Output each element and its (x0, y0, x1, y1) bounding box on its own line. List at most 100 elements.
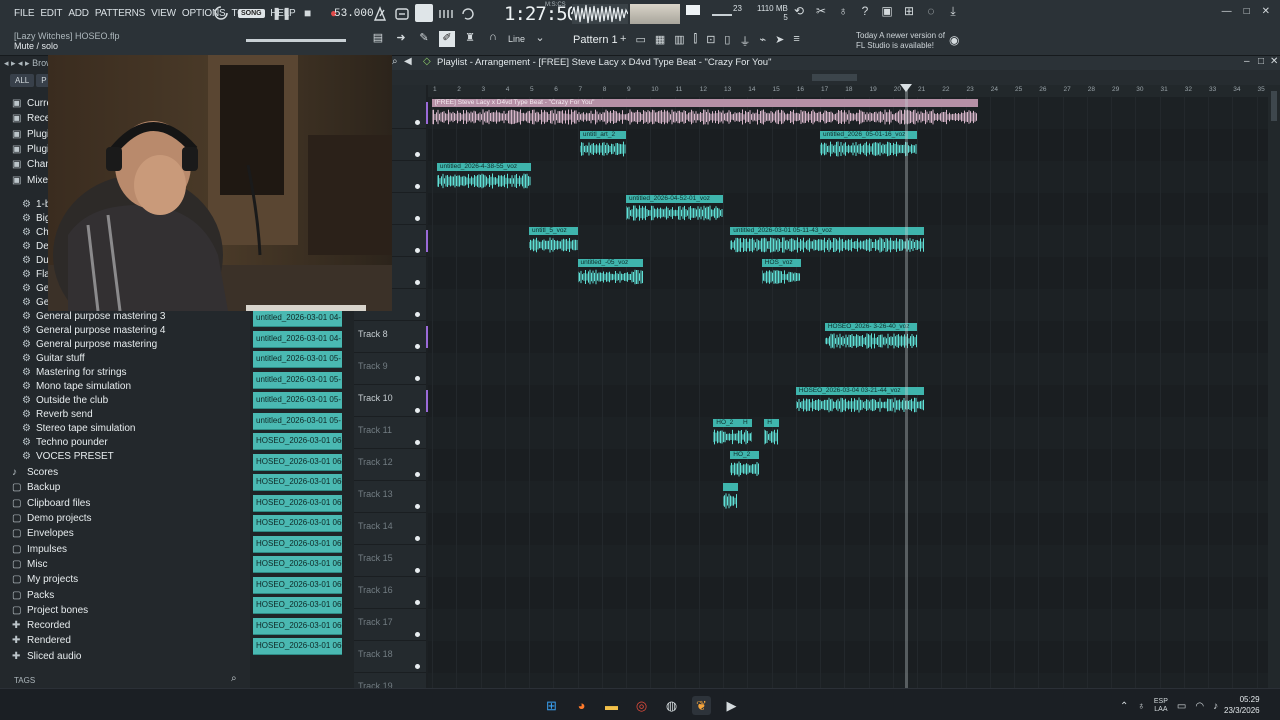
track-mute-dot[interactable] (415, 408, 420, 413)
menu-patterns[interactable]: PATTERNS (95, 8, 145, 19)
clip-list-item[interactable]: HOSEO_2026-03-01 06-4 (253, 535, 342, 553)
track-header[interactable]: Track 15 (354, 545, 426, 577)
news-panel[interactable]: Today A newer version of FL Studio is av… (856, 31, 945, 51)
project-info-icon[interactable]: ≡ (793, 33, 799, 49)
browser-folder[interactable]: ✚ Sliced audio (12, 649, 91, 664)
preset-item[interactable]: ⚙ Guitar stuff (12, 351, 166, 365)
playlist-vertical-scrollbar[interactable] (1268, 85, 1280, 688)
track-header[interactable]: Track 17 (354, 609, 426, 641)
tempo-display[interactable]: 53.000 (334, 8, 374, 20)
audio-clip[interactable]: untitl_5_voz (529, 227, 578, 253)
browser-folder[interactable]: ✚ Rendered (12, 633, 91, 648)
preset-item[interactable]: ⚙ General purpose mastering (12, 337, 166, 351)
audio-clip[interactable]: untitled_-05_voz (577, 259, 643, 285)
track-mute-dot[interactable] (415, 152, 420, 157)
menu-edit[interactable]: EDIT (40, 8, 62, 19)
track-mute-dot[interactable] (415, 312, 420, 317)
channel-rack-icon[interactable]: ▥ (674, 33, 684, 49)
undo-icon[interactable]: ⟲ (792, 4, 806, 20)
track-mute-dot[interactable] (415, 568, 420, 573)
browser-folder[interactable]: ▢ Project bones (12, 603, 91, 618)
download-icon[interactable]: ⤓ (946, 4, 960, 20)
language-indicator[interactable]: ESP LAA (1154, 698, 1168, 714)
browser-folder[interactable]: ✚ Recorded (12, 618, 91, 633)
metronome-icon[interactable] (372, 6, 388, 22)
plugin-database-icon[interactable]: ▯ (724, 33, 730, 49)
clip-list-item[interactable]: HOSEO_2026-03-01 06-4 (253, 474, 342, 491)
firefox-icon[interactable]: ◕ (572, 696, 591, 715)
paint-tool-icon[interactable]: ✐ (439, 31, 455, 47)
audio-clip[interactable]: untitled_2026-04-52-01_voz (626, 195, 723, 221)
preset-item[interactable]: ⚙ Stereo tape simulation (12, 421, 166, 435)
track-mute-dot[interactable] (415, 120, 420, 125)
save-icon[interactable]: ▣ (880, 4, 894, 20)
wait-for-input-icon[interactable] (394, 6, 410, 22)
browser-folder[interactable]: ♪ Scores (12, 465, 91, 480)
chevron-down-icon[interactable]: ⌄ (532, 31, 548, 47)
playlist-menu-icon[interactable]: ◇ (423, 56, 431, 67)
image-line-logo-icon[interactable]: ◉ (949, 33, 959, 47)
track-mute-dot[interactable] (415, 280, 420, 285)
chat-icon[interactable]: ◌ (924, 4, 938, 20)
countdown-icon[interactable] (415, 4, 433, 22)
browser-folder[interactable]: ▢ Packs (12, 587, 91, 602)
clip-list-item[interactable]: untitled_2026-03-01 05- (253, 412, 342, 430)
playlist-icon[interactable]: ▭ (635, 33, 645, 49)
track-mute-dot[interactable] (415, 440, 420, 445)
clip-list-item[interactable]: HOSEO_2026-03-01 06-5 (253, 638, 342, 655)
stop-icon[interactable]: ■ (299, 4, 317, 22)
track-mute-dot[interactable] (415, 376, 420, 381)
send-icon[interactable]: ➤ (775, 33, 784, 49)
loop-record-icon[interactable] (460, 6, 476, 22)
taskbar-clock[interactable]: 05:29 23/3/2026 (1224, 694, 1260, 716)
track-mute-dot[interactable] (415, 344, 420, 349)
track-header[interactable]: Track 13 (354, 481, 426, 513)
preset-item[interactable]: ⚙ Outside the club (12, 393, 166, 407)
track-mute-dot[interactable] (415, 184, 420, 189)
audio-clip[interactable]: untitled_2026-03-01 05-11-43_voz (730, 227, 925, 253)
browser-folder[interactable]: ▢ Clipboard files (12, 496, 91, 511)
menu-file[interactable]: FILE (14, 8, 35, 19)
track-mute-dot[interactable] (415, 504, 420, 509)
stamp-icon[interactable]: ♜ (462, 31, 478, 47)
clip-list-item[interactable]: untitled_2026-03-01 05- (253, 371, 342, 389)
clip-list-item[interactable]: untitled_2026-03-01 05- (253, 351, 342, 368)
menu-add[interactable]: ADD (68, 8, 89, 19)
add-pattern-icon[interactable]: + (620, 33, 626, 49)
play-pause-icon[interactable]: ❚❚ (272, 4, 292, 22)
mixer-icon[interactable]: ⫿ (694, 33, 698, 49)
track-mute-dot[interactable] (415, 216, 420, 221)
magnifier-icon[interactable]: ⌕ (392, 56, 398, 67)
pencil-tool-icon[interactable]: ✎ (416, 31, 432, 47)
track-header[interactable]: Track 8 (354, 321, 430, 353)
browser-tab-all[interactable]: ALL (10, 74, 35, 87)
clip-list-item[interactable]: HOSEO_2026-03-01 06-4 (253, 494, 342, 512)
piano-roll-icon[interactable]: ▤ (370, 31, 386, 47)
close-icon[interactable]: ✕ (1262, 6, 1270, 17)
preset-item[interactable]: ⚙ Mastering for strings (12, 365, 166, 379)
speaker-icon[interactable]: ◀ (404, 56, 412, 67)
browser-folder[interactable]: ▢ Misc (12, 557, 91, 572)
clip-list-item[interactable]: HOSEO_2026-03-01 06-4 (253, 515, 342, 532)
microphone-tray-icon[interactable]: ♁ (1137, 701, 1145, 712)
obs-icon[interactable]: ◍ (662, 696, 681, 715)
clip-list-item[interactable]: HOSEO_2026-03-01 06-5 (253, 617, 342, 635)
piano-roll-window-icon[interactable]: ▦ (655, 33, 665, 49)
track-mute-dot[interactable] (415, 248, 420, 253)
playlist-horizontal-scrollbar[interactable] (392, 70, 1280, 85)
song-time-display[interactable]: 1:27:50 (504, 3, 578, 25)
track-header[interactable]: Track 12 (354, 449, 426, 481)
clip-list-item[interactable]: HOSEO_2026-03-01 06-5 (253, 576, 342, 594)
browser-folder[interactable]: ▢ Impulses (12, 541, 91, 556)
track-header[interactable]: Track 10 (354, 385, 430, 417)
playhead-marker[interactable] (899, 84, 912, 92)
audio-clip[interactable]: untitl_art_2 (579, 131, 626, 157)
scrollbar-thumb[interactable] (812, 74, 857, 81)
track-header[interactable]: Track 18 (354, 641, 426, 673)
preset-item[interactable]: ⚙ Techno pounder (12, 435, 166, 449)
playlist-maximize-icon[interactable]: □ (1258, 56, 1264, 67)
pattern-selector[interactable]: Pattern 1 (573, 34, 618, 46)
tray-chevron-icon[interactable]: ⌃ (1120, 701, 1128, 712)
file-explorer-icon[interactable]: ▬ (602, 696, 621, 715)
audio-clip[interactable]: H (764, 419, 779, 445)
